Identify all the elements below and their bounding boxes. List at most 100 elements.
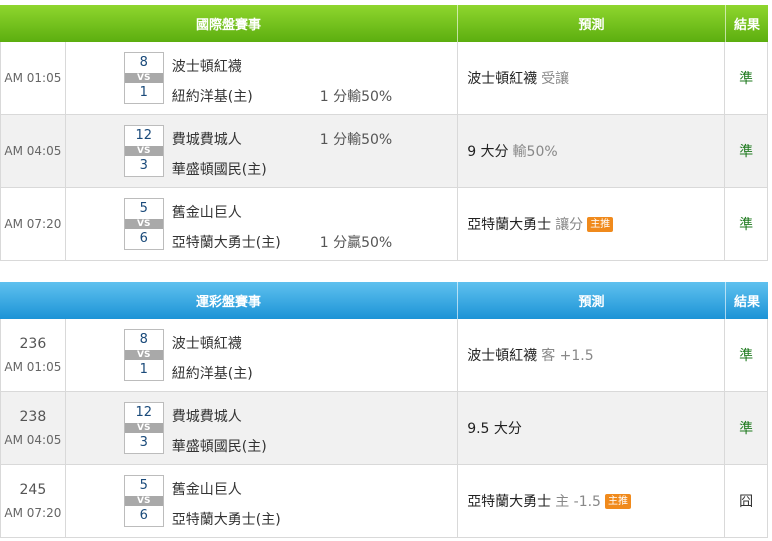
game-time: AM 07:20 — [4, 217, 62, 231]
prediction-cell: 波士頓紅襪 客 +1.5 — [458, 319, 726, 391]
prediction-detail: 客 +1.5 — [541, 348, 594, 364]
match-cell: 8 VS 1 波士頓紅襪 紐約洋基(主) — [66, 319, 459, 391]
result-cell: 囧 — [739, 494, 754, 510]
vs-label: VS — [124, 350, 163, 360]
table-row: AM 01:05 8 VS 1 波士頓紅襪 紐約洋基(主) 1 分輸50% 波士… — [0, 42, 768, 115]
prediction-cell: 9.5 大分 — [458, 392, 726, 464]
match-cell: 5 VS 6 舊金山巨人 亞特蘭大勇士(主) 1 分贏50% — [66, 188, 459, 260]
time-cell: AM 04:05 — [1, 115, 66, 187]
header-match: 運彩盤賽事 — [0, 282, 458, 319]
game-time: AM 04:05 — [4, 433, 62, 447]
game-number: 245 — [19, 482, 47, 498]
score-box: 5 VS 6 — [123, 475, 164, 527]
score-box: 8 VS 1 — [123, 329, 164, 381]
team-home: 華盛頓國民(主) — [171, 439, 267, 455]
game-number: 236 — [19, 336, 47, 352]
game-time: AM 04:05 — [4, 144, 62, 158]
prediction-pick: 亞特蘭大勇士 — [467, 494, 552, 510]
time-cell: 245 AM 07:20 — [1, 465, 66, 537]
score-box: 8 VS 1 — [123, 52, 164, 104]
team-away: 波士頓紅襪 — [171, 59, 242, 75]
top-pick-badge: 主推 — [587, 216, 614, 232]
prediction-detail: 主 -1.5 — [555, 494, 601, 510]
result-cell: 準 — [739, 421, 754, 437]
prediction-detail: 受讓 — [541, 71, 570, 87]
match-cell: 12 VS 3 費城費城人 華盛頓國民(主) — [66, 392, 459, 464]
team-away: 費城費城人 — [171, 409, 242, 425]
table-row: AM 04:05 12 VS 3 費城費城人 華盛頓國民(主) 1 分輸50% … — [0, 115, 768, 188]
time-cell: AM 01:05 — [1, 42, 66, 114]
table-row: 236 AM 01:05 8 VS 1 波士頓紅襪 紐約洋基(主) 波士頓紅襪 … — [0, 319, 768, 392]
team-home: 華盛頓國民(主) — [171, 162, 267, 178]
game-number: 238 — [19, 409, 47, 425]
score-box: 12 VS 3 — [123, 125, 164, 177]
match-cell: 5 VS 6 舊金山巨人 亞特蘭大勇士(主) — [66, 465, 459, 537]
header-result: 結果 — [733, 295, 760, 310]
match-cell: 8 VS 1 波士頓紅襪 紐約洋基(主) 1 分輸50% — [66, 42, 459, 114]
team-home: 紐約洋基(主) — [171, 89, 253, 105]
result-cell: 準 — [739, 217, 754, 233]
score-home: 3 — [139, 158, 148, 173]
score-away: 5 — [139, 201, 148, 216]
header-prediction: 預測 — [458, 282, 726, 319]
header-prediction: 預測 — [458, 5, 726, 42]
match-cell: 12 VS 3 費城費城人 華盛頓國民(主) 1 分輸50% — [66, 115, 459, 187]
vs-label: VS — [124, 423, 163, 433]
table-header: 國際盤賽事 預測 結果 — [0, 5, 768, 42]
international-odds-table: 國際盤賽事 預測 結果 AM 01:05 8 VS 1 波士頓紅襪 紐約洋基(主… — [0, 5, 768, 261]
prediction-cell: 亞特蘭大勇士 讓分 主推 — [458, 188, 726, 260]
vs-label: VS — [124, 496, 163, 506]
score-away: 8 — [139, 55, 148, 70]
prediction-detail: 讓分 — [555, 217, 584, 233]
result-cell: 準 — [739, 348, 754, 364]
prediction-pick: 9 大分 — [467, 144, 509, 160]
table-header: 運彩盤賽事 預測 結果 — [0, 282, 768, 319]
game-time: AM 01:05 — [4, 360, 62, 374]
prediction-pick: 波士頓紅襪 — [467, 71, 538, 87]
header-match: 國際盤賽事 — [0, 5, 458, 42]
team-home: 紐約洋基(主) — [171, 366, 253, 382]
table-row: 245 AM 07:20 5 VS 6 舊金山巨人 亞特蘭大勇士(主) 亞特蘭大… — [0, 465, 768, 538]
score-away: 8 — [139, 332, 148, 347]
vs-label: VS — [124, 219, 163, 229]
score-home: 1 — [139, 85, 148, 100]
team-home: 亞特蘭大勇士(主) — [171, 235, 281, 251]
team-home: 亞特蘭大勇士(主) — [171, 512, 281, 528]
team-away: 波士頓紅襪 — [171, 336, 242, 352]
prediction-pick: 波士頓紅襪 — [467, 348, 538, 364]
prediction-cell: 亞特蘭大勇士 主 -1.5 主推 — [458, 465, 726, 537]
game-time: AM 07:20 — [4, 506, 62, 520]
prediction-cell: 波士頓紅襪 受讓 — [458, 42, 726, 114]
sports-lottery-table: 運彩盤賽事 預測 結果 236 AM 01:05 8 VS 1 波士頓紅襪 紐約… — [0, 282, 768, 538]
result-cell: 準 — [739, 71, 754, 87]
prediction-detail: 輸50% — [512, 144, 558, 160]
odds-top: 1 分輸50% — [319, 132, 393, 148]
score-away: 12 — [135, 405, 153, 420]
prediction-pick: 9.5 大分 — [467, 421, 522, 437]
score-home: 6 — [139, 508, 148, 523]
game-time: AM 01:05 — [4, 71, 62, 85]
score-box: 5 VS 6 — [123, 198, 164, 250]
prediction-cell: 9 大分 輸50% — [458, 115, 726, 187]
vs-label: VS — [124, 146, 163, 156]
result-cell: 準 — [739, 144, 754, 160]
score-home: 1 — [139, 362, 148, 377]
header-result: 結果 — [733, 18, 760, 33]
top-pick-badge: 主推 — [604, 493, 631, 509]
team-away: 舊金山巨人 — [171, 205, 242, 221]
score-home: 3 — [139, 435, 148, 450]
odds-bottom: 1 分輸50% — [319, 89, 393, 105]
vs-label: VS — [124, 73, 163, 83]
time-cell: AM 07:20 — [1, 188, 66, 260]
time-cell: 236 AM 01:05 — [1, 319, 66, 391]
odds-bottom: 1 分贏50% — [319, 235, 393, 251]
score-box: 12 VS 3 — [123, 402, 164, 454]
time-cell: 238 AM 04:05 — [1, 392, 66, 464]
prediction-pick: 亞特蘭大勇士 — [467, 217, 552, 233]
score-away: 12 — [135, 128, 153, 143]
table-row: AM 07:20 5 VS 6 舊金山巨人 亞特蘭大勇士(主) 1 分贏50% … — [0, 188, 768, 261]
team-away: 舊金山巨人 — [171, 482, 242, 498]
table-row: 238 AM 04:05 12 VS 3 費城費城人 華盛頓國民(主) 9.5 … — [0, 392, 768, 465]
score-home: 6 — [139, 231, 148, 246]
score-away: 5 — [139, 478, 148, 493]
